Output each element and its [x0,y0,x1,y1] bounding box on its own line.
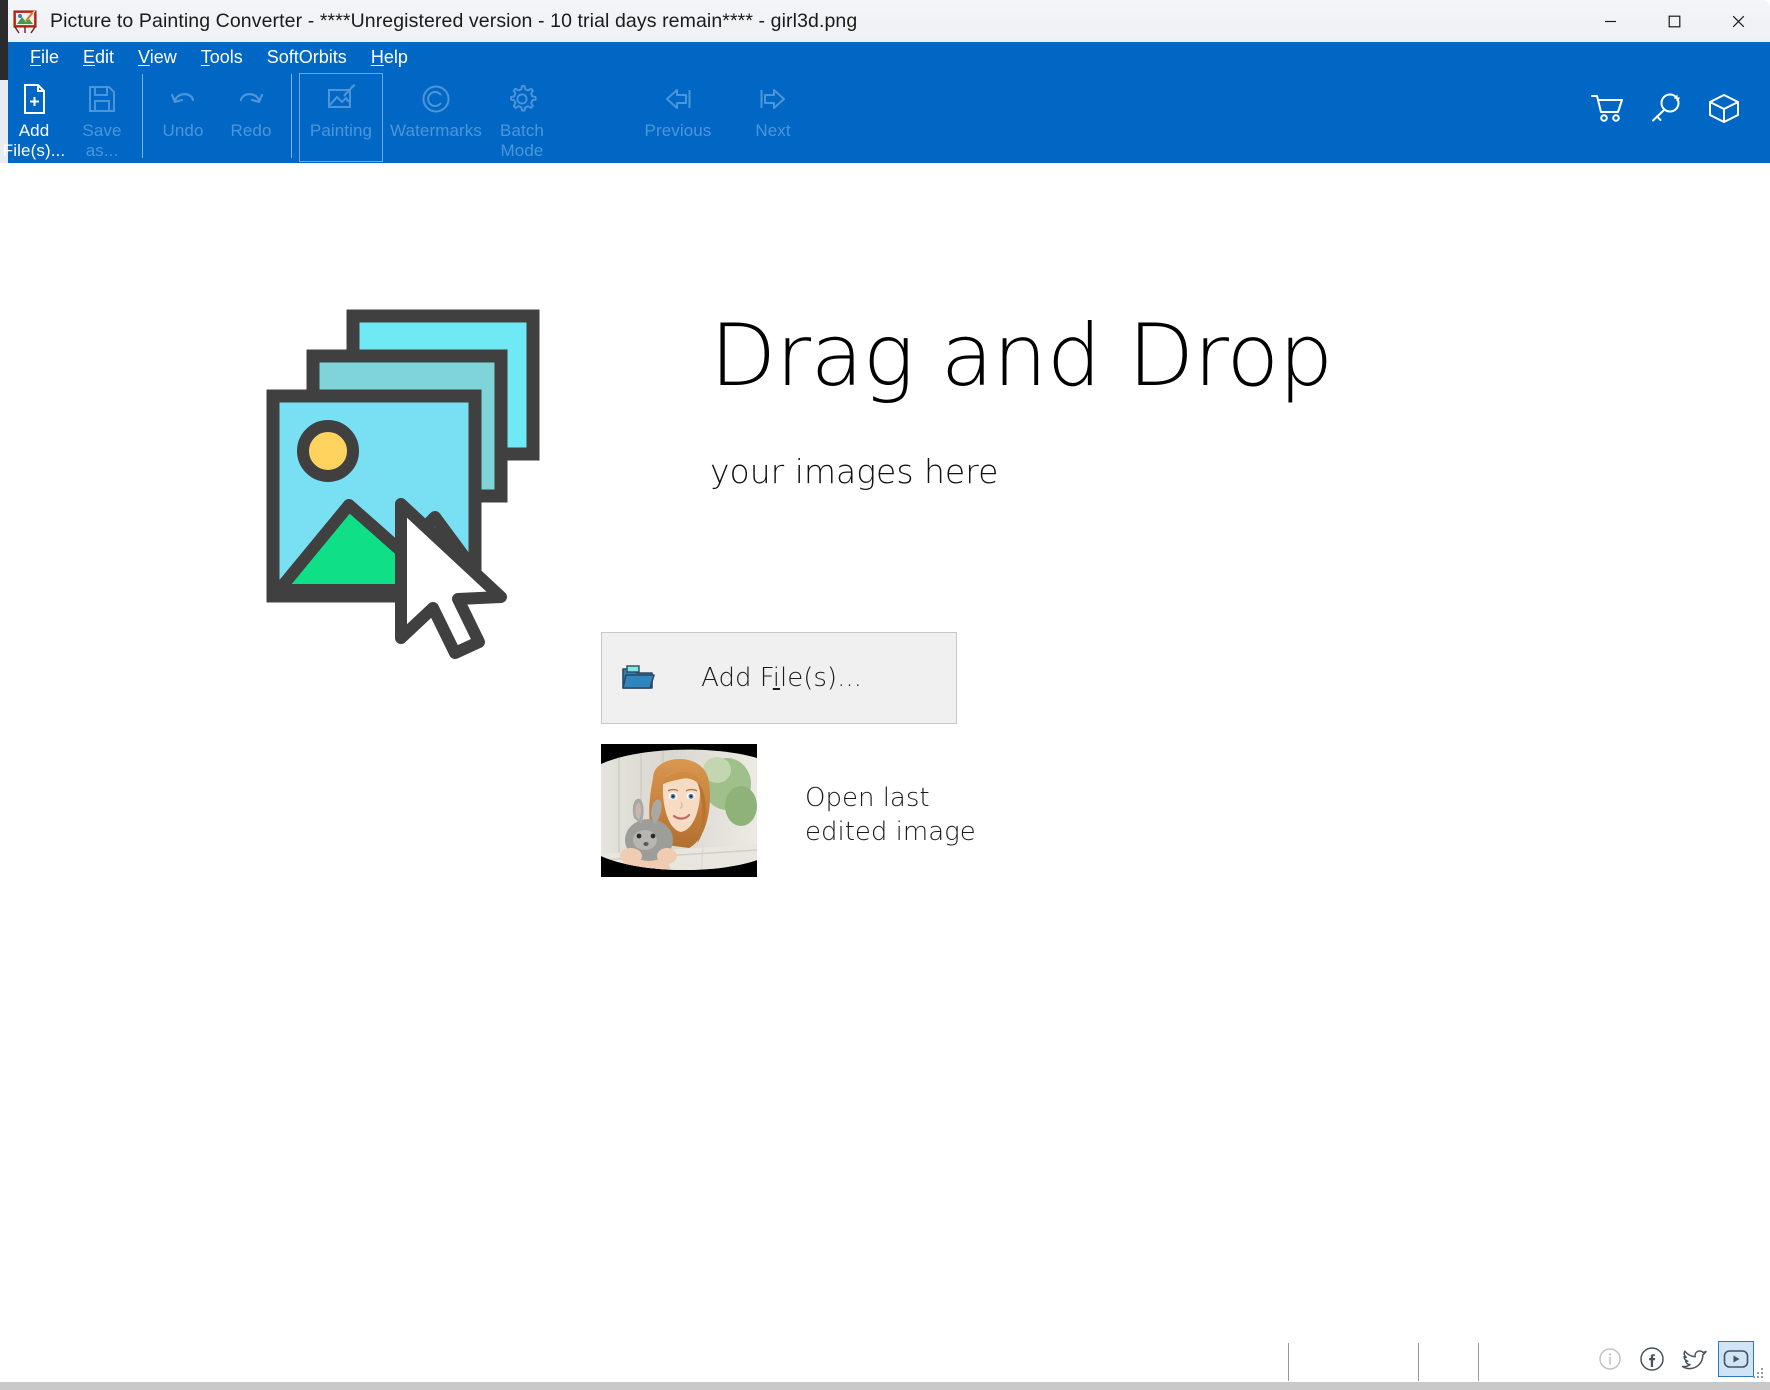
toolbar-button-save-as[interactable]: Save as... [68,72,136,163]
toolbar-button-painting[interactable]: Painting [298,72,384,163]
toolbar-label-undo: Undo [162,121,204,140]
drop-area[interactable]: Drag and Drop your images here Add File(… [0,163,1770,1335]
page-title: Drag and Drop [710,306,1333,406]
menu-item-help[interactable]: Help [359,45,420,70]
twitter-icon[interactable] [1676,1341,1712,1377]
menu-item-softorbits[interactable]: SoftOrbits [255,45,359,70]
toolbar-separator [291,74,292,158]
undo-icon [164,80,202,118]
girl-with-rabbit-thumbnail[interactable] [601,744,757,877]
copyright-icon [417,80,455,118]
save-icon [83,80,121,118]
toolbar-button-redo[interactable]: Redo [217,72,285,163]
close-button[interactable] [1706,0,1770,42]
toolbar-button-add-files[interactable]: Add File(s)... [0,72,68,163]
maximize-button[interactable] [1642,0,1706,42]
status-bottom-border [0,1382,1770,1390]
resize-grip[interactable] [1751,1366,1765,1380]
toolbar-label-add-files: Add File(s)... [2,121,66,160]
key-icon[interactable] [1646,88,1686,128]
gear-icon [503,80,541,118]
menu-item-edit[interactable]: Edit [71,45,126,70]
status-separator [1418,1343,1419,1381]
minimize-button[interactable] [1578,0,1642,42]
box-icon[interactable] [1704,88,1744,128]
toolbar-button-previous[interactable]: Previous [626,72,730,163]
toolbar-separator [142,74,143,158]
toolbar-label-watermarks: Watermarks [390,121,482,140]
images-with-cursor-icon [265,308,650,678]
toolbar: Add File(s)... Save as... Undo Redo Pain… [0,72,816,163]
youtube-icon[interactable] [1718,1341,1754,1377]
toolbar-button-batch-mode[interactable]: Batch Mode [488,72,556,163]
add-file-icon [15,80,53,118]
ribbon-right-icons [1588,88,1744,128]
open-last-edited-image[interactable]: Open last edited image [601,744,995,877]
window-left-gutter [0,0,8,42]
toolbar-label-save-as: Save as... [82,121,122,160]
redo-icon [232,80,270,118]
info-icon[interactable] [1592,1341,1628,1377]
add-files-button[interactable]: Add File(s)... [601,632,957,724]
drag-drop-hero: Drag and Drop your images here [265,308,1333,678]
painting-icon [322,80,360,118]
toolbar-label-redo: Redo [230,121,272,140]
toolbar-label-painting: Painting [309,121,373,140]
open-last-edited-label: Open last edited image [805,783,976,847]
status-bar [0,1334,1770,1390]
menu-item-view[interactable]: View [126,45,189,70]
facebook-icon[interactable] [1634,1341,1670,1377]
application-window: Picture to Painting Converter - ****Unre… [0,0,1770,1390]
window-title: Picture to Painting Converter - ****Unre… [50,9,858,32]
shopping-cart-icon[interactable] [1588,88,1628,128]
status-separator [1478,1343,1479,1381]
toolbar-button-next[interactable]: Next [730,72,816,163]
arrow-right-icon [754,80,792,118]
page-subtitle: your images here [710,452,999,491]
easel-palette-icon [12,8,38,34]
toolbar-button-watermarks[interactable]: Watermarks [384,72,488,163]
status-social-icons [1592,1341,1754,1377]
menu-bar: File Edit View Tools SoftOrbits Help [0,42,420,72]
arrow-left-icon [659,80,697,118]
add-files-button-label: Add File(s)... [701,663,862,693]
open-folder-icon [621,664,655,692]
menu-item-file[interactable]: File [18,45,71,70]
drop-text-block: Drag and Drop your images here [710,308,1333,491]
toolbar-label-previous: Previous [644,121,712,140]
toolbar-label-batch-mode: Batch Mode [500,121,544,160]
status-separator [1288,1343,1289,1381]
ribbon: File Edit View Tools SoftOrbits Help Add… [0,42,1770,163]
title-bar[interactable]: Picture to Painting Converter - ****Unre… [0,0,1770,42]
window-controls [1578,0,1770,42]
toolbar-label-next: Next [755,121,791,140]
menu-item-tools[interactable]: Tools [189,45,255,70]
toolbar-button-undo[interactable]: Undo [149,72,217,163]
